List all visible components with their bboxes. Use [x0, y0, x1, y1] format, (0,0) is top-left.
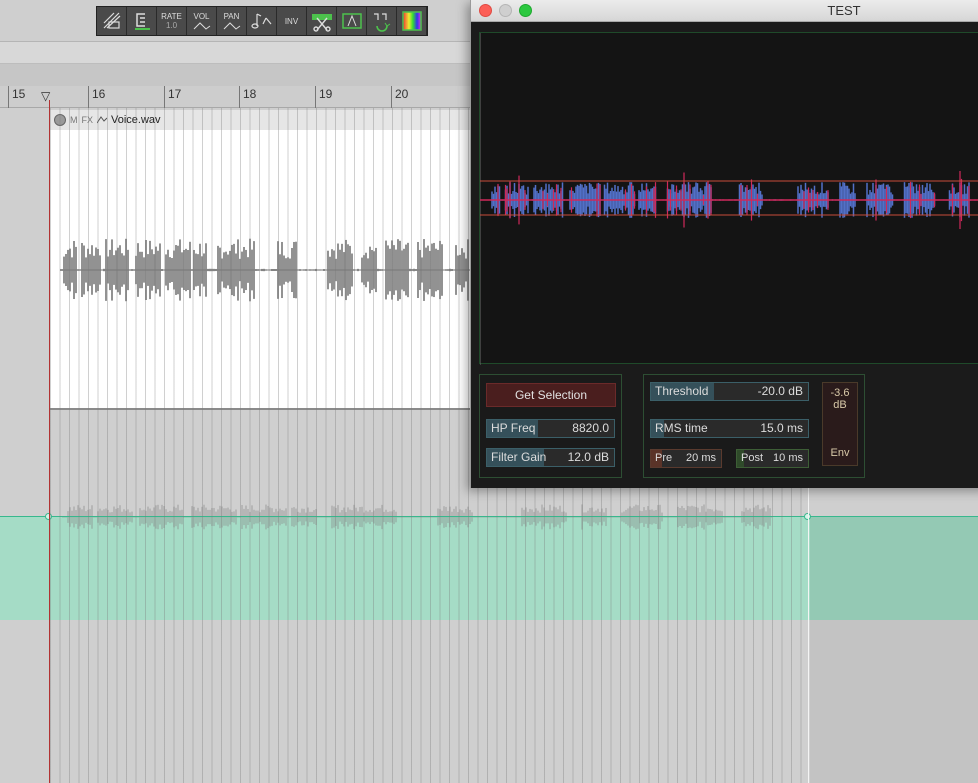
item-waveform — [60, 238, 470, 302]
filter-gain-label: Filter Gain — [491, 450, 547, 464]
waveform-display — [479, 32, 978, 365]
item-mute-button[interactable]: M — [70, 115, 78, 125]
edit-cursor[interactable] — [49, 100, 50, 783]
track-area-outside-selection — [810, 620, 978, 783]
plugin-window: TEST Get Selection HP Freq 8820.0 Filter… — [470, 0, 978, 488]
filter-gain-slider[interactable]: Filter Gain 12.0 dB — [486, 448, 615, 467]
volume-envelope-button[interactable]: VOL — [187, 7, 217, 35]
hp-freq-slider[interactable]: HP Freq 8820.0 — [486, 419, 615, 438]
envelope-shape-icon — [193, 21, 210, 30]
pitch-envelope-button[interactable] — [247, 7, 277, 35]
threshold-value: -20.0 dB — [757, 384, 803, 398]
envelope-meter-level: -3.6 dB — [830, 387, 850, 411]
snap-icon — [134, 13, 150, 30]
loop-icon — [373, 13, 390, 32]
ripple-edit-button[interactable] — [97, 7, 127, 35]
ruler-mark: 18 — [239, 86, 256, 108]
pan-shape-icon — [223, 21, 240, 30]
rms-time-value: 15.0 ms — [760, 421, 803, 435]
snap-button[interactable] — [127, 7, 157, 35]
post-label: Post — [741, 452, 764, 464]
rate-value: 1.0 — [165, 21, 178, 30]
envelope-line[interactable] — [0, 516, 978, 517]
ghost-waveform — [62, 504, 772, 530]
filter-panel: Get Selection HP Freq 8820.0 Filter Gain… — [479, 374, 622, 478]
item-fx-button[interactable]: FX — [82, 115, 94, 125]
split-icon — [311, 14, 332, 32]
waveform-display-canvas — [480, 33, 978, 365]
rate-button[interactable]: RATE 1.0 — [157, 7, 187, 35]
rms-time-slider[interactable]: RMS time 15.0 ms — [650, 419, 809, 438]
split-button[interactable] — [307, 7, 337, 35]
fade-button[interactable] — [337, 7, 367, 35]
pre-value: 20 ms — [686, 452, 716, 464]
ruler-mark: 20 — [391, 86, 408, 108]
media-item-header: M FX Voice.wav — [50, 110, 490, 130]
daw-workspace: RATE 1.0 VOL PAN INV 15 16 17 18 19 20 M… — [0, 0, 978, 783]
rms-time-label: RMS time — [655, 421, 708, 435]
pan-envelope-button[interactable]: PAN — [217, 7, 247, 35]
color-icon — [401, 11, 422, 31]
vol-label: VOL — [193, 11, 210, 21]
get-selection-button[interactable]: Get Selection — [486, 383, 616, 407]
loop-button[interactable] — [367, 7, 397, 35]
window-titlebar[interactable]: TEST — [471, 0, 978, 22]
ruler-mark: 15 — [8, 86, 25, 108]
item-color-button[interactable] — [397, 7, 427, 35]
inv-label: INV — [284, 16, 299, 26]
item-lock-icon[interactable] — [54, 114, 66, 126]
playhead-marker-icon[interactable]: ▽ — [41, 89, 50, 103]
envelope-meter-label: Env — [830, 447, 850, 459]
pre-label: Pre — [655, 452, 673, 464]
filter-gain-value: 12.0 dB — [567, 450, 609, 464]
pan-label: PAN — [223, 11, 240, 21]
invert-phase-button[interactable]: INV — [277, 7, 307, 35]
hp-freq-label: HP Freq — [491, 421, 536, 435]
item-toolbar-strip: RATE 1.0 VOL PAN INV — [96, 6, 428, 36]
envelope-icon — [97, 116, 108, 124]
threshold-slider[interactable]: Threshold -20.0 dB — [650, 382, 809, 401]
ruler-mark: 16 — [88, 86, 105, 108]
ruler-mark: 19 — [315, 86, 332, 108]
fade-icon — [341, 13, 362, 29]
threshold-label: Threshold — [655, 384, 709, 398]
post-slider[interactable]: Post 10 ms — [736, 449, 809, 468]
ripple-edit-icon — [103, 12, 120, 29]
pitch-icon — [250, 13, 271, 29]
window-title: TEST — [827, 3, 861, 18]
post-value: 10 ms — [773, 452, 803, 464]
envelope-lane-outside-selection — [810, 516, 978, 620]
envelope-meter: -3.6 dB Env — [822, 382, 858, 466]
hp-freq-value: 8820.0 — [572, 421, 609, 435]
rate-label: RATE — [161, 12, 182, 21]
ruler-mark: 17 — [164, 86, 181, 108]
pre-slider[interactable]: Pre 20 ms — [650, 449, 722, 468]
item-filename: Voice.wav — [111, 114, 161, 126]
